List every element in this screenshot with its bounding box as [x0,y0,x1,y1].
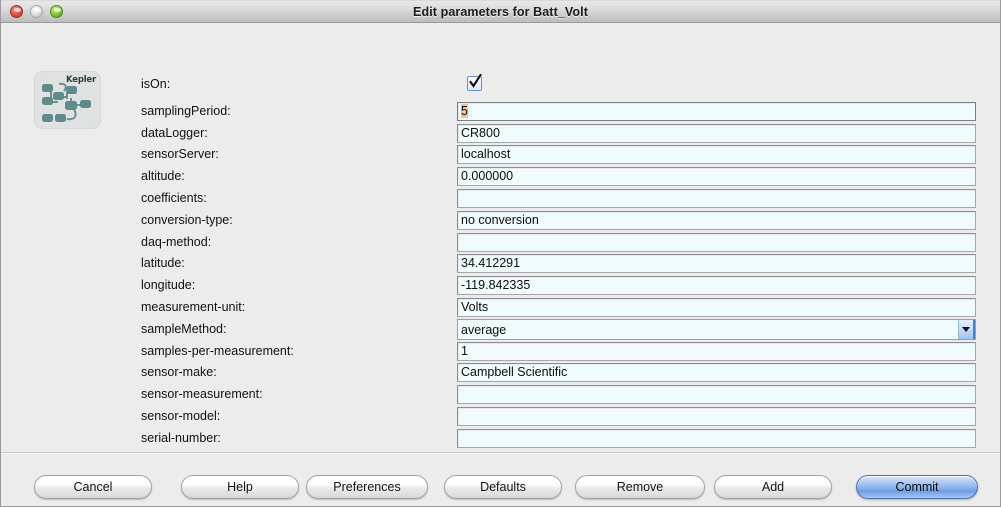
parameter-label: dataLogger: [141,125,208,140]
parameter-input[interactable]: 5 [457,101,976,121]
commit-button[interactable]: Commit [856,475,978,499]
window-controls [10,5,63,18]
parameter-row: samples-per-measurement: 1 [1,341,1000,362]
parameter-row: measurement-unit: Volts [1,297,1000,318]
window-titlebar: Edit parameters for Batt_Volt [1,0,1000,23]
parameter-input[interactable] [457,232,976,252]
defaults-button[interactable]: Defaults [444,475,562,499]
samplemethod-combobox[interactable]: average [457,318,976,340]
dialog-window: Edit parameters for Batt_Volt Kepler isO… [0,0,1001,507]
parameter-label: sampleMethod: [141,321,227,336]
parameter-label: measurement-unit: [141,300,246,314]
dialog-content: Kepler isOn: samplingPeriod: 5 dataLogge… [1,23,1000,506]
parameter-label: conversion-type: [141,212,233,227]
selected-text: 5 [461,103,468,118]
parameter-row: samplingPeriod: 5 [1,101,1000,122]
parameter-input[interactable]: Volts [457,298,976,317]
ison-checkbox[interactable] [467,74,483,92]
parameter-row: dataLogger: CR800 [1,123,1000,144]
parameter-label: serial-number: [141,430,221,445]
parameter-input-value: 0.000000 [461,169,514,184]
cancel-button[interactable]: Cancel [34,475,152,499]
parameter-label: sensor-measurement: [141,387,263,402]
parameter-row: sensorServer: localhost [1,144,1000,165]
parameter-label: isOn: [141,77,171,91]
parameter-input-value: -119.842335 [461,278,531,293]
parameter-input[interactable] [457,189,976,208]
parameter-input[interactable]: 34.412291 [457,254,976,274]
parameter-input[interactable]: 0.000000 [457,167,976,187]
parameter-label: altitude: [141,169,185,184]
parameter-row: daq-method: [1,232,1000,253]
combobox-dropdown-button[interactable] [958,319,975,339]
button-bar-separator-highlight [1,453,1000,454]
chevron-down-icon [962,326,970,332]
parameter-input[interactable]: localhost [457,145,976,165]
parameter-label: coefficients: [141,191,207,205]
parameter-input-value: 34.412291 [461,256,521,271]
preferences-button[interactable]: Preferences [306,475,428,499]
parameter-input-value: 1 [461,343,468,358]
parameter-input-value: CR800 [461,125,500,140]
combobox-value: average [461,322,507,337]
minimize-button[interactable] [30,5,43,18]
parameter-input[interactable]: CR800 [457,123,976,143]
parameter-input-value: 5 [461,103,468,120]
parameter-label: daq-method: [141,234,212,249]
add-button[interactable]: Add [714,475,832,499]
parameter-input-value: no conversion [461,212,539,227]
parameter-input[interactable]: Campbell Scientific [457,363,976,383]
parameter-row: sensor-model: [1,406,1000,427]
parameter-input[interactable]: -119.842335 [457,276,976,296]
parameter-label: sensorServer: [141,147,219,162]
parameter-input-value: Volts [461,300,489,314]
parameter-row: coefficients: [1,188,1000,209]
parameter-label: latitude: [141,256,185,271]
parameter-input[interactable] [457,428,976,448]
parameter-input[interactable] [457,407,976,426]
parameter-row: altitude: 0.000000 [1,166,1000,187]
parameter-input[interactable] [457,385,976,405]
parameter-row: sensor-measurement: [1,384,1000,405]
parameter-label: sensor-make: [141,365,217,380]
parameter-row: serial-number: [1,428,1000,449]
parameter-label: samplingPeriod: [141,103,231,118]
parameter-row: isOn: [1,74,1000,95]
parameter-input[interactable]: 1 [457,341,976,361]
parameter-row: longitude: -119.842335 [1,275,1000,296]
close-button[interactable] [10,5,23,18]
parameter-label: longitude: [141,278,196,293]
parameter-row: sampleMethod: average [1,318,1000,340]
parameter-label: sensor-model: [141,409,221,423]
parameter-row: conversion-type: no conversion [1,210,1000,231]
zoom-button[interactable] [50,5,63,18]
parameter-row: sensor-make: Campbell Scientific [1,362,1000,383]
parameter-label: samples-per-measurement: [141,343,294,358]
window-title: Edit parameters for Batt_Volt [413,4,588,19]
checkmark-icon [469,74,482,88]
parameter-input-value: localhost [461,147,511,162]
parameter-row: latitude: 34.412291 [1,253,1000,274]
remove-button[interactable]: Remove [575,475,705,499]
help-button[interactable]: Help [181,475,299,499]
button-bar: Cancel Help Preferences Defaults Remove Add Co… [1,475,1000,501]
parameter-input[interactable]: no conversion [457,210,976,230]
parameter-input-value: Campbell Scientific [461,365,568,380]
